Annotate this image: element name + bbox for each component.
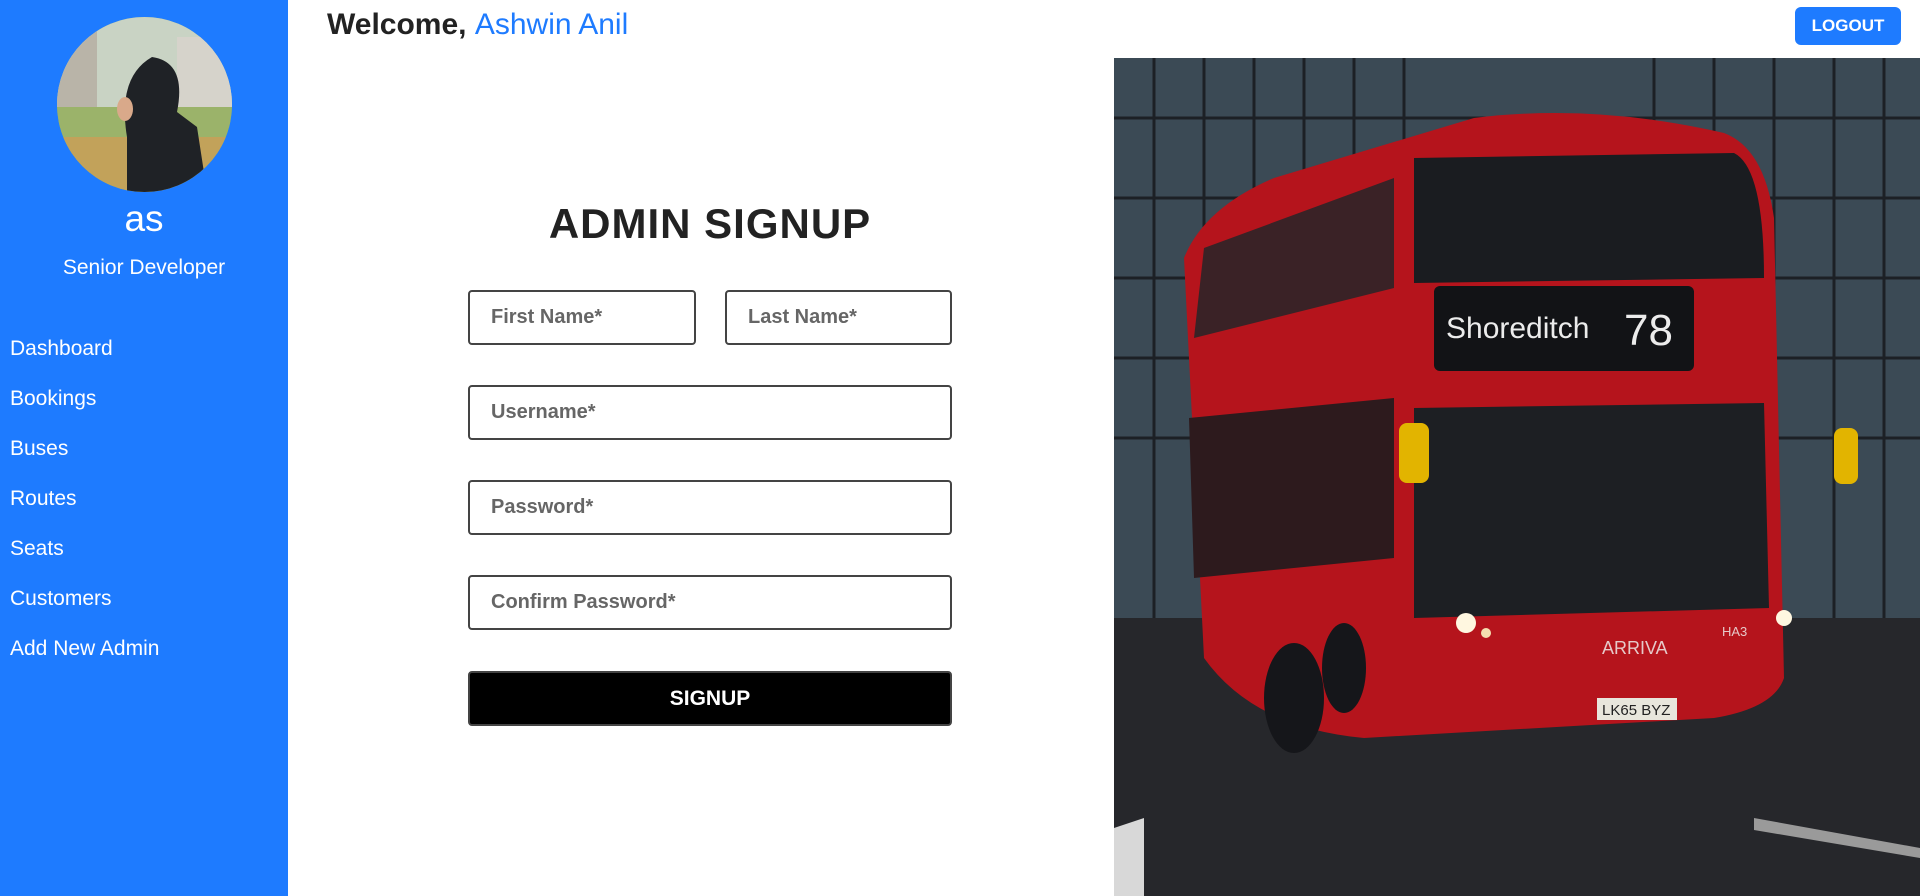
avatar: [57, 17, 232, 192]
sidebar-item-bookings[interactable]: Bookings: [10, 382, 159, 432]
profile-role: Senior Developer: [62, 256, 226, 279]
bus-fleet-code-text: HA3: [1722, 624, 1747, 639]
signup-button[interactable]: SIGNUP: [468, 671, 952, 726]
first-name-input[interactable]: [468, 290, 696, 345]
sidebar: as Senior Developer Dashboard Bookings B…: [0, 0, 288, 896]
bus-route-number-text: 78: [1624, 306, 1673, 355]
bus-operator-text: ARRIVA: [1602, 638, 1668, 658]
sidebar-nav: Dashboard Bookings Buses Routes Seats Cu…: [10, 332, 159, 682]
sidebar-item-customers[interactable]: Customers: [10, 582, 159, 632]
confirm-password-input[interactable]: [468, 575, 952, 630]
password-input[interactable]: [468, 480, 952, 535]
welcome-prefix: Welcome,: [327, 8, 467, 41]
bus-illustration: Shoreditch 78 ARRIVA HA3 LK65 BYZ: [1114, 58, 1920, 896]
sidebar-item-seats[interactable]: Seats: [10, 532, 159, 582]
bus-photo: Shoreditch 78 ARRIVA HA3 LK65 BYZ: [1114, 58, 1920, 896]
username-input[interactable]: [468, 385, 952, 440]
sidebar-item-dashboard[interactable]: Dashboard: [10, 332, 159, 382]
logout-button[interactable]: LOGOUT: [1795, 7, 1901, 45]
avatar-photo-icon: [57, 17, 232, 192]
sidebar-item-buses[interactable]: Buses: [10, 432, 159, 482]
sidebar-item-routes[interactable]: Routes: [10, 482, 159, 532]
welcome-user-name: Ashwin Anil: [474, 8, 629, 41]
welcome-heading: Welcome, Ashwin Anil: [327, 8, 628, 42]
bus-destination-text: Shoreditch: [1446, 312, 1589, 345]
bus-plate-text: LK65 BYZ: [1602, 702, 1670, 719]
last-name-input[interactable]: [725, 290, 952, 345]
sidebar-item-add-new-admin[interactable]: Add New Admin: [10, 632, 159, 682]
profile-name: as: [124, 198, 164, 239]
form-title: ADMIN SIGNUP: [548, 200, 872, 247]
